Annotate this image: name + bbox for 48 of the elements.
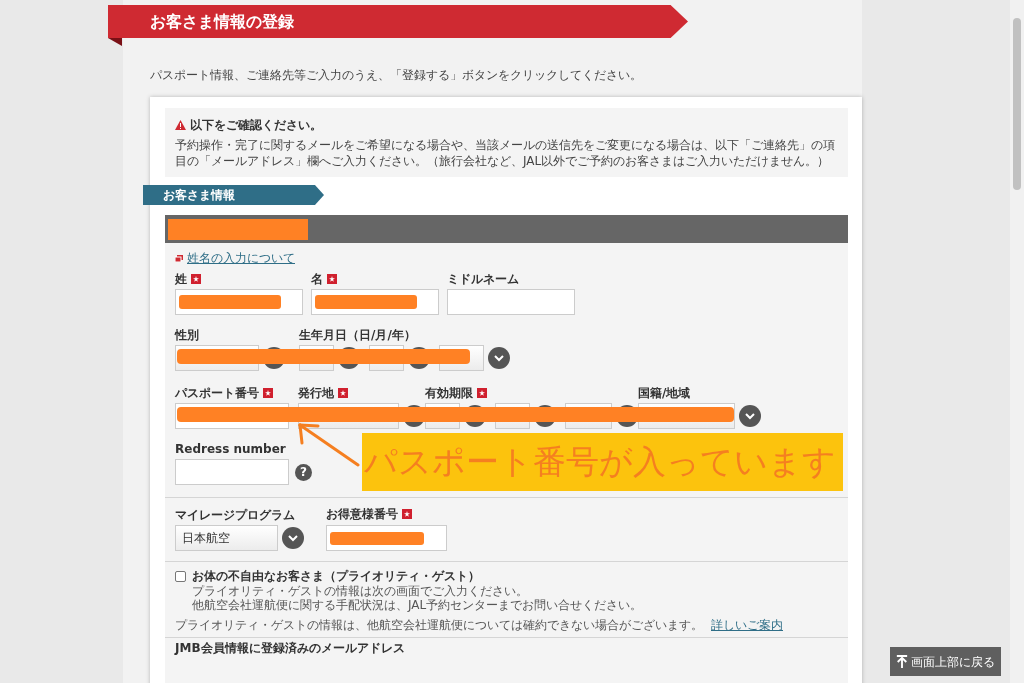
- text-field[interactable]: [311, 289, 439, 315]
- required-icon: [338, 387, 348, 398]
- checkbox-label[interactable]: お体の不自由なお客さま（プライオリティ・ゲスト）: [192, 569, 643, 584]
- select-field[interactable]: 日本航空: [175, 525, 278, 551]
- callout-label: パスポート番号が入っています: [362, 433, 843, 491]
- info-text: 他航空会社運航便に関する手配状況は、JAL予約センターまでお問い合せください。: [192, 598, 643, 612]
- arrow-icon: [296, 421, 360, 467]
- details-link[interactable]: 詳しいご案内: [711, 616, 783, 634]
- text-field[interactable]: [175, 459, 289, 485]
- text-field[interactable]: [175, 289, 303, 315]
- field-label: パスポート番号: [175, 384, 259, 402]
- field-label: 生年月日（日/月/年）: [299, 326, 416, 344]
- field-label: 発行地: [298, 384, 334, 402]
- field-label: お得意様番号: [326, 505, 398, 523]
- notice-title: 以下をご確認ください。: [190, 117, 322, 134]
- warning-icon: [175, 120, 186, 130]
- window-icon: [175, 254, 183, 262]
- banner-fold: [108, 38, 122, 46]
- field-label: 性別: [175, 326, 199, 344]
- section-heading: JMB会員情報に登録済みのメールアドレス: [175, 640, 406, 657]
- required-icon: [191, 273, 201, 284]
- notice-text: 予約操作・完了に関するメールをご希望になる場合や、当該メールの送信先をご変更になる場合は、以下「ご連絡先」の項目の「メールアドレス」欄へご入力ください。（旅行会社など、JAL以外でご予約のお客さまはご入力いただけません。）: [175, 137, 836, 169]
- field-label: 名: [311, 270, 323, 288]
- chevron-down-icon[interactable]: [282, 527, 304, 549]
- intro-text: パスポート情報、ご連絡先等ご入力のうえ、「登録する」ボタンをクリックしてください。: [150, 67, 642, 84]
- chevron-down-icon[interactable]: [488, 347, 510, 369]
- required-icon: [263, 387, 273, 398]
- chevron-down-icon[interactable]: [739, 405, 761, 427]
- required-icon: [477, 387, 487, 398]
- checkbox[interactable]: [175, 571, 186, 582]
- name-help-link[interactable]: 姓名の入力について: [187, 249, 295, 267]
- required-icon: [327, 273, 337, 284]
- field-label: 姓: [175, 270, 187, 288]
- info-text: プライオリティ・ゲストの情報は次の画面でご入力ください。: [192, 584, 529, 598]
- back-to-top-button[interactable]: 画面上部に戻る: [890, 647, 1001, 676]
- page-title-banner: お客さま情報の登録: [108, 5, 688, 38]
- field-label: ミドルネーム: [447, 270, 519, 288]
- arrow-up-icon: [896, 653, 908, 670]
- text-field[interactable]: [447, 289, 575, 315]
- note-text: プライオリティ・ゲストの情報は、他航空会社運航便については確約できない場合がございます。: [175, 617, 703, 634]
- field-label: マイレージプログラム: [175, 507, 296, 521]
- help-icon[interactable]: ?: [295, 463, 312, 481]
- text-field[interactable]: [326, 525, 447, 551]
- required-icon: [402, 508, 412, 519]
- field-label: 有効期限: [425, 384, 473, 402]
- field-label: Redress number: [175, 440, 286, 458]
- scrollbar[interactable]: [1010, 0, 1024, 683]
- field-label: 国籍/地域: [638, 384, 691, 402]
